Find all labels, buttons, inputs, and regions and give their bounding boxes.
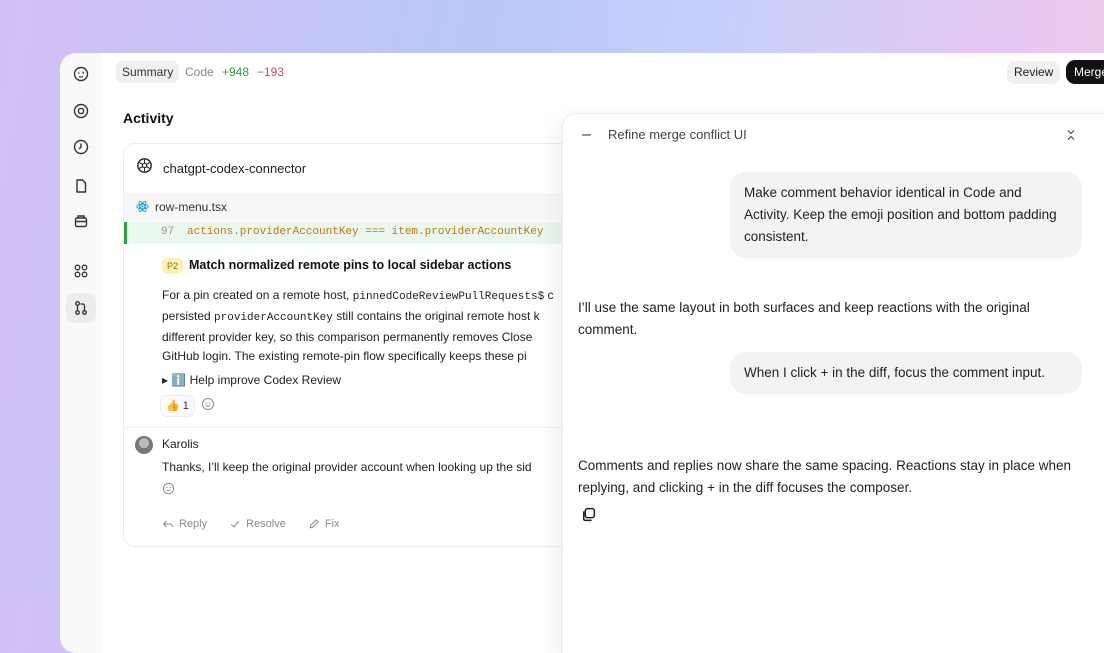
tab-code[interactable]: Code — [185, 61, 214, 83]
add-reaction-icon[interactable] — [201, 397, 217, 413]
user-message: Make comment behavior identical in Code … — [730, 172, 1082, 258]
comment-actions: Reply Resolve Fix — [162, 518, 340, 530]
react-file-icon — [136, 200, 149, 218]
issue-title: Match normalized remote pins to local si… — [189, 258, 512, 272]
check-icon — [231, 521, 240, 528]
file-name: row-menu.tsx — [155, 200, 228, 214]
reply-button[interactable]: Reply — [162, 518, 207, 530]
tab-summary[interactable]: Summary — [116, 61, 180, 83]
clock-icon[interactable] — [66, 132, 96, 162]
fix-button[interactable]: Fix — [308, 518, 340, 530]
added-line-marker — [124, 222, 127, 244]
face-icon[interactable] — [66, 59, 96, 89]
add-reaction-icon[interactable] — [162, 482, 176, 496]
assistant-message: Comments and replies now share the same … — [578, 458, 1072, 495]
target-icon[interactable] — [66, 96, 96, 126]
top-bar: Summary Code +948 −193 Review Merge ··· — [102, 53, 1104, 91]
pencil-icon — [309, 519, 319, 529]
user-message: When I click + in the diff, focus the co… — [730, 352, 1082, 394]
resolve-button[interactable]: Resolve — [229, 518, 286, 530]
panel-title: Refine merge conflict UI — [608, 127, 747, 142]
merge-button[interactable]: Merge — [1066, 60, 1104, 84]
review-button[interactable]: Review — [1007, 61, 1061, 84]
priority-badge: P2 — [162, 258, 184, 274]
comment-author[interactable]: chatgpt-codex-connector — [163, 161, 306, 176]
sidebar — [60, 53, 102, 653]
deletions-count: −193 — [257, 65, 285, 79]
collapse-icon[interactable]: – — [582, 126, 591, 144]
help-improve-toggle[interactable]: ▸ ℹ️ Help improve Codex Review — [162, 373, 341, 387]
package-icon[interactable] — [66, 206, 96, 236]
assistant-message: I’ll use the same layout in both surface… — [578, 300, 1030, 337]
copy-icon[interactable] — [580, 506, 598, 524]
document-icon[interactable] — [66, 171, 96, 201]
apps-icon[interactable] — [66, 256, 96, 286]
reply-icon — [162, 520, 174, 528]
openai-logo-icon — [136, 157, 153, 179]
diff-code: actions.providerAccountKey === item.prov… — [187, 226, 544, 238]
additions-count: +948 — [222, 65, 250, 79]
thumbs-up-reaction[interactable]: 👍 1 — [160, 395, 195, 417]
pull-request-icon[interactable] — [66, 293, 96, 323]
collapse-arrows-icon[interactable] — [1065, 128, 1077, 140]
comment-header: chatgpt-codex-connector — [136, 157, 306, 179]
activity-heading: Activity — [123, 110, 174, 126]
app-window: Summary Code +948 −193 Review Merge ··· … — [60, 53, 1104, 653]
codex-chat-panel: – Refine merge conflict UI Make comment … — [562, 113, 1104, 653]
line-number: 97 — [161, 226, 175, 238]
avatar — [135, 436, 153, 454]
reply-author: Karolis — [162, 437, 199, 451]
